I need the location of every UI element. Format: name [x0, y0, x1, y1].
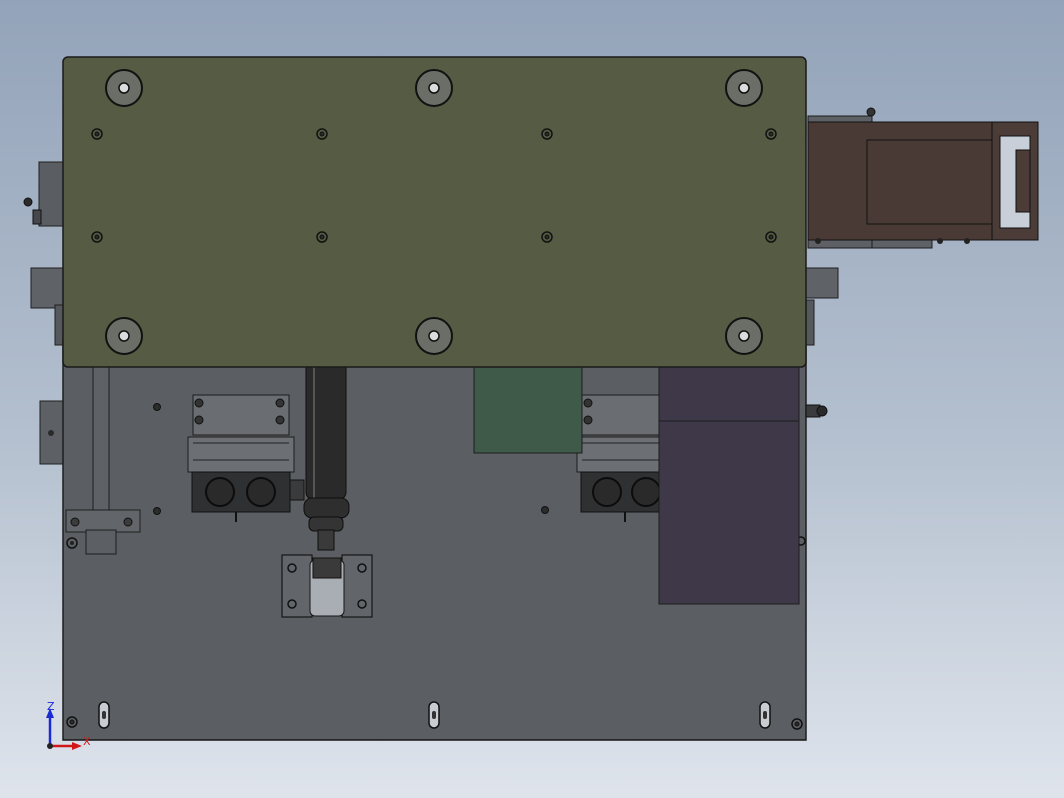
left-mount-block [39, 400, 65, 465]
left-gripper-assembly [187, 394, 305, 522]
pneumatic-cylinder [303, 359, 350, 551]
green-block [473, 364, 583, 454]
cad-viewport[interactable] [0, 0, 1064, 798]
cylinder-clevis-bracket [281, 554, 373, 618]
triad-z-label: Z [47, 700, 55, 713]
right-side-fittings [805, 267, 839, 418]
motor-unit [807, 107, 1039, 249]
left-side-bracket [23, 161, 66, 346]
purple-enclosure [658, 364, 800, 605]
triad-x-label: X [83, 735, 91, 748]
right-gripper-assembly [576, 394, 663, 522]
